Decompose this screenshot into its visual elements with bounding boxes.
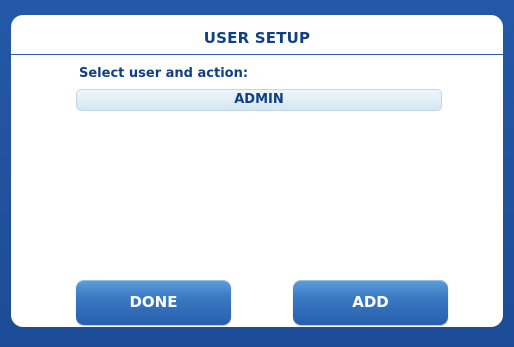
add-button[interactable]: ADD (293, 280, 448, 325)
dialog-title: USER SETUP (203, 29, 311, 47)
done-button[interactable]: DONE (76, 280, 231, 325)
select-user-label: Select user and action: (79, 66, 249, 81)
title-divider (11, 54, 503, 55)
user-list: ADMIN (76, 89, 442, 111)
user-list-item-admin[interactable]: ADMIN (77, 90, 441, 110)
screen-frame: USER SETUP Select user and action: ADMIN… (0, 0, 514, 347)
dialog-panel: USER SETUP Select user and action: ADMIN… (11, 15, 503, 327)
